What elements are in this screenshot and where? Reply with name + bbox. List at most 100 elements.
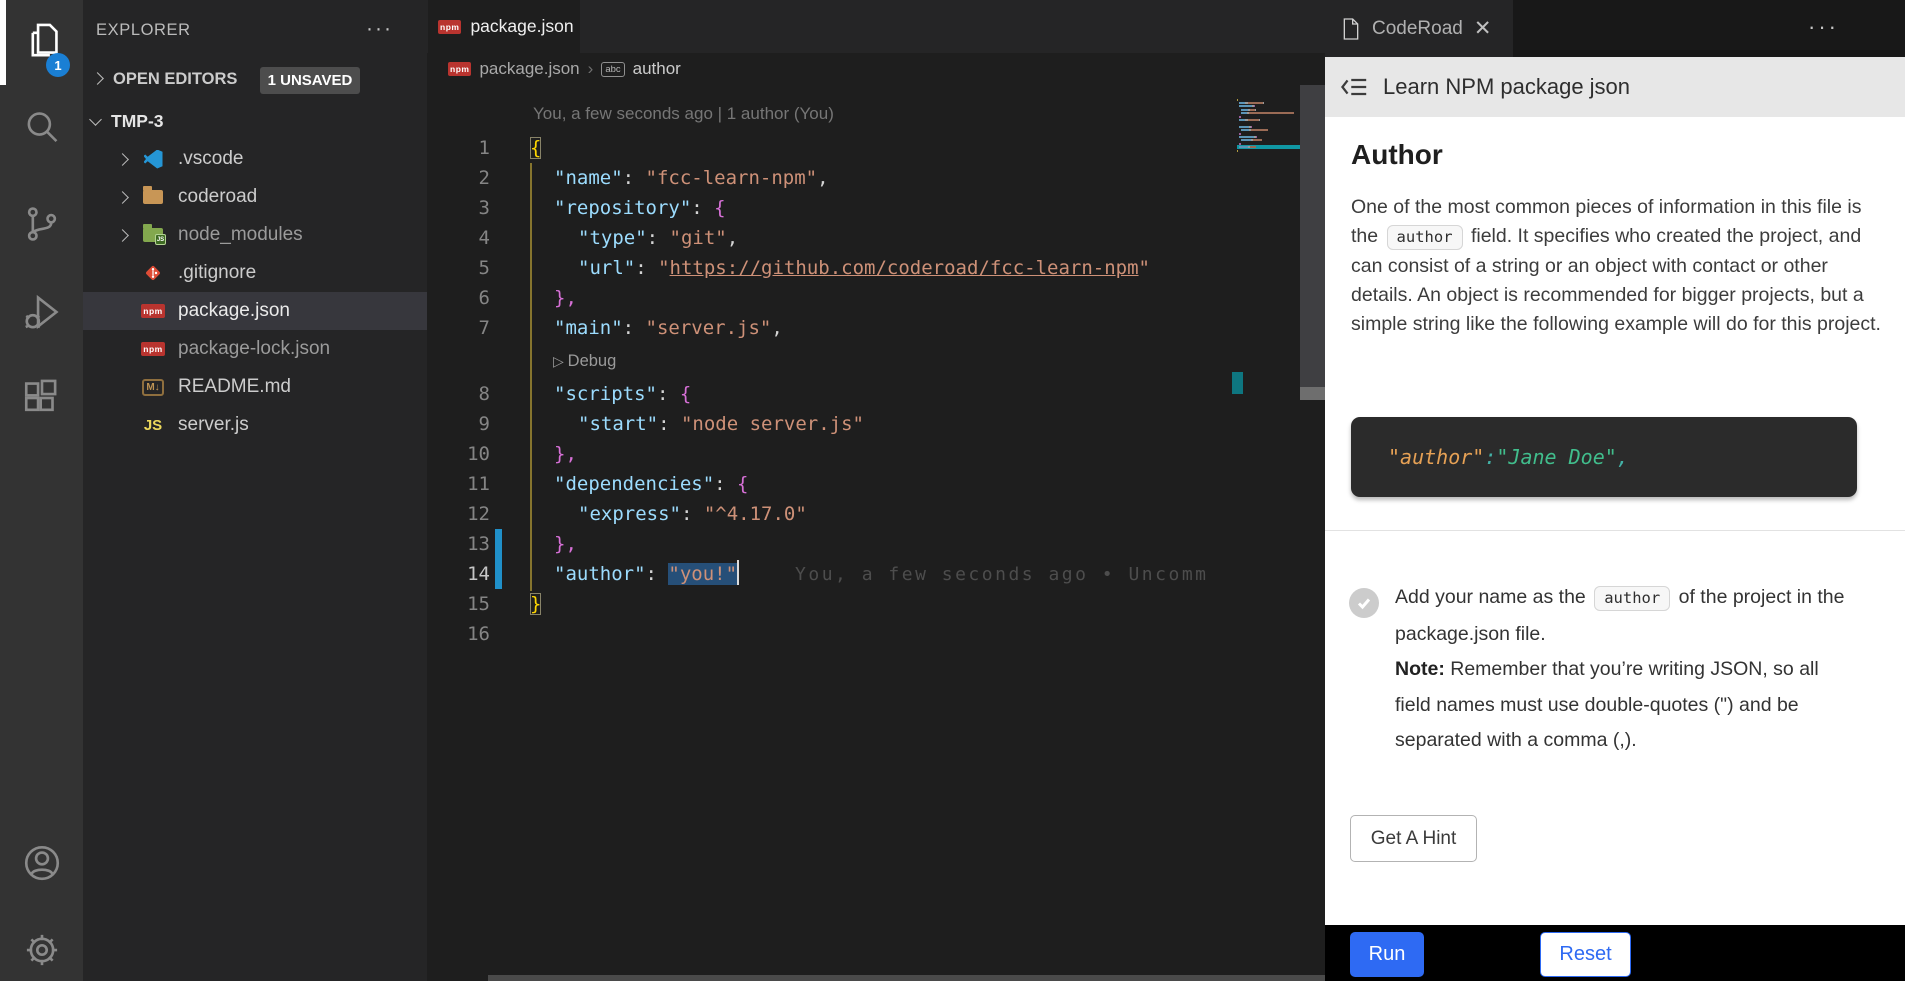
- file-tree-item--gitignore[interactable]: .gitignore: [83, 254, 427, 292]
- string-symbol-icon: abc: [601, 62, 624, 77]
- code-line-14[interactable]: 14"author": "you!"You, a few seconds ago…: [427, 559, 1237, 589]
- file-icon: [1341, 17, 1361, 41]
- code-line-13[interactable]: 13},: [427, 529, 1237, 559]
- codelens-debug[interactable]: Debug: [427, 343, 1237, 379]
- coderoad-panel: CodeRoad ✕ ··· Learn NPM package json Au…: [1325, 0, 1905, 981]
- inline-code-chip: author: [1387, 225, 1463, 250]
- line-number: 3: [427, 193, 490, 223]
- line-number: 13: [427, 529, 490, 559]
- file-name: README.md: [178, 376, 291, 398]
- vscode-icon: [140, 146, 166, 172]
- tab-title: package.json: [470, 16, 573, 37]
- file-name: package.json: [178, 300, 290, 322]
- npm-icon: npm: [140, 336, 166, 362]
- line-number: 8: [427, 379, 490, 409]
- inline-blame: You, a few seconds ago • Uncomm: [795, 564, 1208, 585]
- coderoad-content: Author One of the most common pieces of …: [1325, 117, 1905, 925]
- activity-item-source-control[interactable]: [0, 189, 83, 259]
- activity-item-run-debug[interactable]: [0, 277, 83, 347]
- run-debug-icon: [21, 291, 63, 333]
- line-number: 5: [427, 253, 490, 283]
- unsaved-badge: 1 UNSAVED: [260, 67, 360, 94]
- reset-button[interactable]: Reset: [1540, 932, 1631, 977]
- explorer-sidebar: EXPLORER ··· OPEN EDITORS 1 UNSAVED TMP-…: [83, 0, 427, 981]
- markdown-icon: M↓: [140, 374, 166, 400]
- activity-item-settings[interactable]: [0, 915, 83, 981]
- file-tree-item-package-json[interactable]: npmpackage.json: [83, 292, 427, 330]
- code-line-6[interactable]: 6},: [427, 283, 1237, 313]
- file-name: .gitignore: [178, 262, 256, 284]
- minimap[interactable]: [1237, 98, 1300, 218]
- code-line-2[interactable]: 2"name": "fcc-learn-npm",: [427, 163, 1237, 193]
- menu-collapse-icon[interactable]: [1341, 75, 1369, 99]
- modified-line-marker: [495, 529, 502, 559]
- code-line-10[interactable]: 10},: [427, 439, 1237, 469]
- line-number: 16: [427, 619, 490, 649]
- chevron-right-icon: [116, 229, 129, 242]
- lesson-paragraph: One of the most common pieces of informa…: [1351, 193, 1887, 339]
- code-line-7[interactable]: 7"main": "server.js",: [427, 313, 1237, 343]
- line-number: 12: [427, 499, 490, 529]
- file-tree-item--vscode[interactable]: .vscode: [83, 140, 427, 178]
- get-hint-button[interactable]: Get A Hint: [1350, 815, 1477, 862]
- git-icon: [140, 260, 166, 286]
- vertical-scrollbar[interactable]: [1300, 85, 1325, 400]
- breadcrumb-symbol[interactable]: author: [633, 59, 681, 79]
- file-tree-item-node-modules[interactable]: JSnode_modules: [83, 216, 427, 254]
- horizontal-scrollbar[interactable]: [488, 975, 1325, 981]
- line-number: 2: [427, 163, 490, 193]
- code-line-12[interactable]: 12"express": "^4.17.0": [427, 499, 1237, 529]
- code-line-1[interactable]: 1{: [427, 133, 1237, 163]
- code-line-15[interactable]: 15}: [427, 589, 1237, 619]
- file-tree-item-server-js[interactable]: JS server.js: [83, 406, 427, 444]
- file-tree: .vscode coderoadJSnode_modules .gitignore n…: [83, 140, 427, 444]
- file-tree-item-README-md[interactable]: M↓ README.md: [83, 368, 427, 406]
- file-tree-item-coderoad[interactable]: coderoad: [83, 178, 427, 216]
- code-editor[interactable]: 1{2"name": "fcc-learn-npm",3"repository"…: [427, 133, 1237, 649]
- coderoad-header: Learn NPM package json: [1325, 57, 1905, 117]
- sidebar-more-actions-icon[interactable]: ···: [366, 17, 393, 41]
- breadcrumb-separator: ›: [588, 59, 594, 79]
- tab-coderoad[interactable]: CodeRoad ✕: [1325, 0, 1513, 57]
- close-icon[interactable]: ✕: [1474, 16, 1492, 41]
- file-name: server.js: [178, 414, 249, 436]
- code-line-5[interactable]: 5"url": "https://github.com/coderoad/fcc…: [427, 253, 1237, 283]
- code-line-3[interactable]: 3"repository": {: [427, 193, 1237, 223]
- gitlens-file-blame[interactable]: You, a few seconds ago | 1 author (You): [533, 104, 834, 124]
- line-number: 1: [427, 133, 490, 163]
- activity-item-explorer[interactable]: 1: [0, 7, 83, 77]
- code-line-11[interactable]: 11"dependencies": {: [427, 469, 1237, 499]
- breadcrumb-file[interactable]: package.json: [479, 59, 579, 79]
- file-name: .vscode: [178, 148, 243, 170]
- run-button[interactable]: Run: [1350, 932, 1424, 977]
- code-line-9[interactable]: 9"start": "node server.js": [427, 409, 1237, 439]
- open-editors-section[interactable]: OPEN EDITORS 1 UNSAVED: [83, 62, 427, 98]
- code-line-4[interactable]: 4"type": "git",: [427, 223, 1237, 253]
- settings-icon: [21, 929, 63, 971]
- sidebar-title: EXPLORER: [96, 21, 191, 40]
- file-tree-item-package-lock-json[interactable]: npmpackage-lock.json: [83, 330, 427, 368]
- code-line-8[interactable]: 8"scripts": {: [427, 379, 1237, 409]
- folder-icon: [140, 184, 166, 210]
- activity-item-extensions[interactable]: [0, 363, 83, 433]
- tab-package-json[interactable]: npm package.json: [428, 0, 580, 53]
- activity-item-account[interactable]: [0, 828, 83, 898]
- overview-ruler-selection-marker: [1232, 372, 1243, 394]
- line-number: 15: [427, 589, 490, 619]
- coderoad-tab-title: CodeRoad: [1372, 18, 1463, 40]
- open-editors-label: OPEN EDITORS: [113, 70, 237, 89]
- line-number: 10: [427, 439, 490, 469]
- code-line-16[interactable]: 16: [427, 619, 1237, 649]
- divider: [1325, 530, 1905, 531]
- extensions-icon: [21, 377, 63, 419]
- chevron-down-icon: [89, 113, 102, 126]
- account-icon: [21, 842, 63, 884]
- line-number: 9: [427, 409, 490, 439]
- activity-item-search[interactable]: [0, 93, 83, 163]
- js-icon: JS: [140, 412, 166, 438]
- chevron-right-icon: [116, 153, 129, 166]
- coderoad-more-actions-icon[interactable]: ···: [1808, 14, 1839, 40]
- text-cursor: [737, 560, 739, 585]
- editor-count-badge: 1: [46, 53, 70, 77]
- root-folder-row[interactable]: TMP-3: [83, 103, 427, 140]
